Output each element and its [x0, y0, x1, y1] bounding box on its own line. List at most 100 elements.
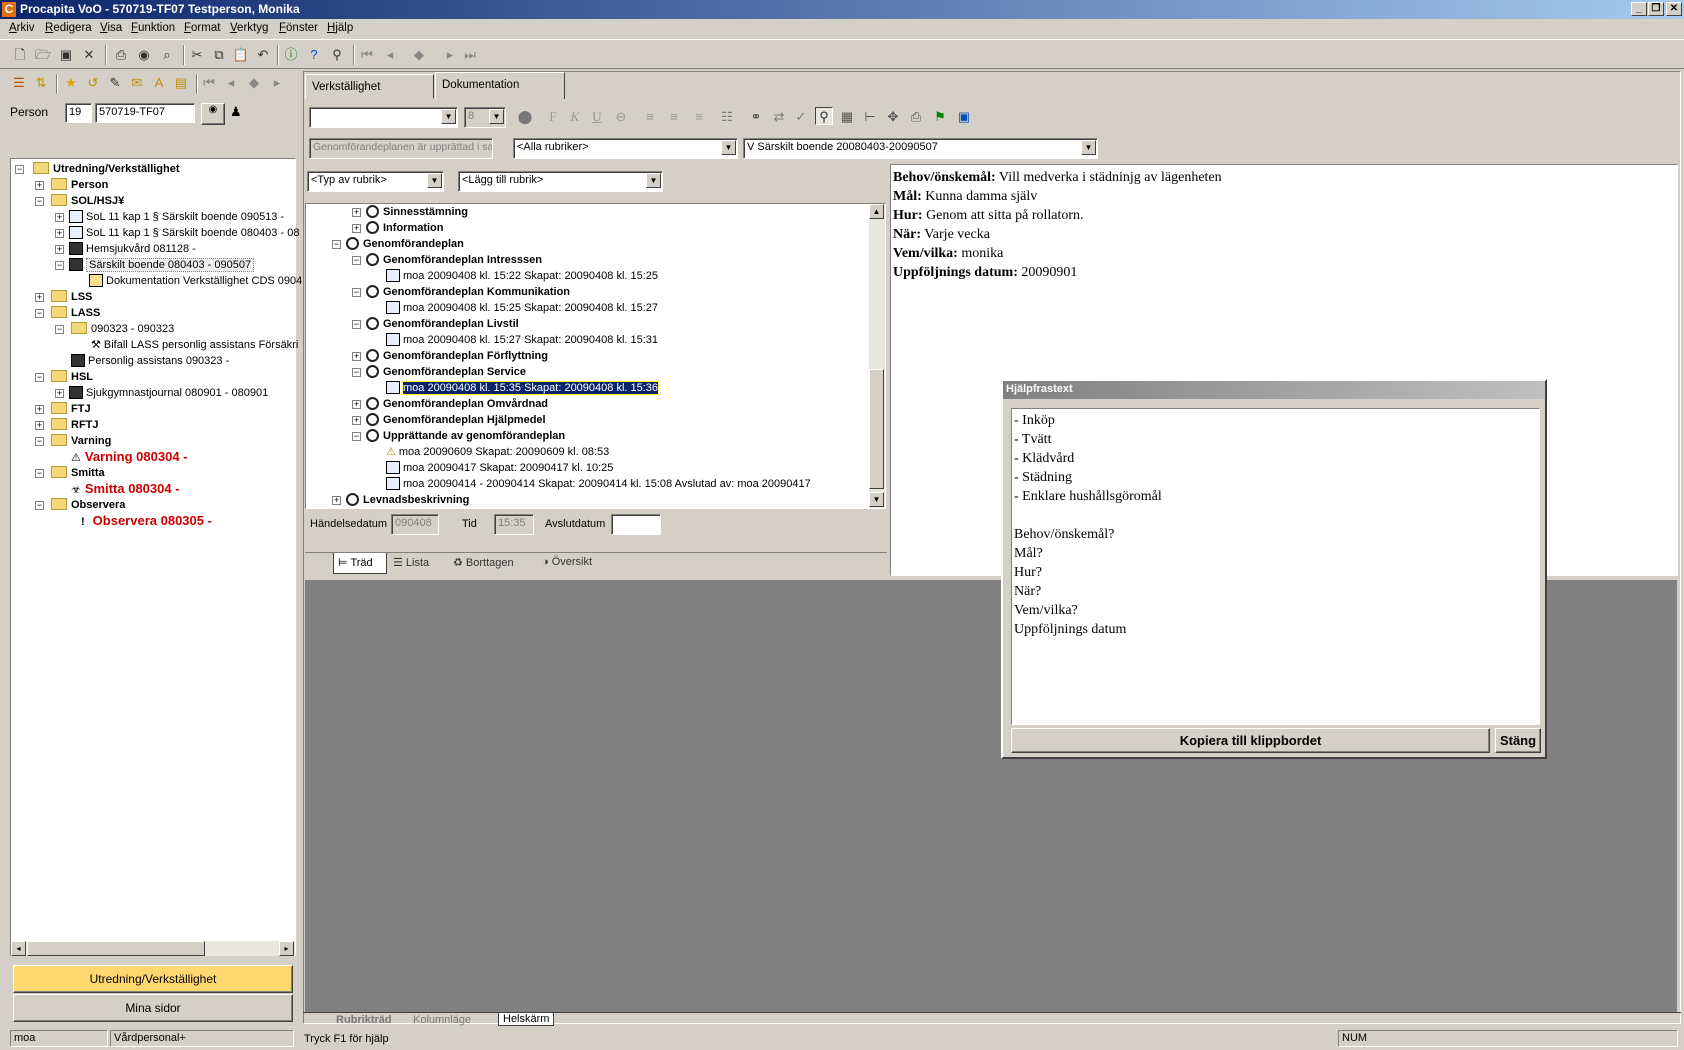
phrase-list[interactable]: - Inköp - Tvätt - Klädvård - Städning - … [1011, 408, 1540, 725]
align-left-icon[interactable]: ≡ [641, 108, 659, 126]
tree-sol-item[interactable]: + Hemsjukvård 081128 - [55, 241, 196, 257]
left-next-icon[interactable]: ▸ [268, 74, 286, 92]
bullets-icon[interactable]: ☷ [718, 108, 736, 126]
nav-utredning-button[interactable]: Utredning/Verkställighet [13, 965, 293, 993]
tree-root[interactable]: − Utredning/Verkställighet [15, 161, 180, 177]
underline-icon[interactable]: U [588, 108, 606, 126]
tree-varning[interactable]: − Varning [35, 433, 111, 449]
book-icon[interactable]: ▤ [172, 74, 190, 92]
doc-tree-note[interactable]: moa 20090417 Skapat: 20090417 kl. 10:25 [386, 460, 613, 476]
tree-smitta-item[interactable]: ☣ Smitta 080304 - [71, 481, 180, 497]
tab-helskarm[interactable]: Helskärm [498, 1013, 555, 1026]
tree-doc-item[interactable]: Dokumentation Verkställighet CDS 0904 [89, 273, 302, 289]
printer-icon[interactable]: ⎙ [907, 108, 925, 126]
tree-sol[interactable]: − SOL/HSJ¥ [35, 193, 124, 209]
tab-dokumentation[interactable]: Dokumentation [435, 72, 565, 99]
tree-observera-item[interactable]: ! Observera 080305 - [81, 513, 212, 529]
doc-tree-heading[interactable]: + Sinnesstämning [352, 204, 468, 220]
prev-icon[interactable]: ◂ [381, 46, 399, 64]
align-right-icon[interactable]: ≡ [690, 108, 708, 126]
menu-arkiv[interactable]: Arkiv [9, 22, 35, 34]
tree-lss[interactable]: + LSS [35, 289, 92, 305]
tab-rubriktrad[interactable]: Rubrikträd [336, 1014, 392, 1026]
sort-icon[interactable]: ⇅ [32, 74, 50, 92]
person-icon[interactable]: ♟ [230, 104, 242, 120]
doc-tree-heading[interactable]: − Genomförandeplan Livstil [352, 316, 519, 332]
doc-tree-note[interactable]: moa 20090414 - 20090414 Skapat: 20090414… [386, 476, 811, 492]
doc-tree-note[interactable]: moa 20090408 kl. 15:27 Skapat: 20090408 … [386, 332, 658, 348]
minimize-button[interactable]: _ [1631, 2, 1647, 16]
doc-tree-heading[interactable]: − Upprättande av genomförandeplan [352, 428, 565, 444]
help-icon[interactable]: ? [305, 46, 323, 64]
phrase-help-icon[interactable]: ⚲ [815, 107, 833, 125]
replace-icon[interactable]: ⇄ [770, 108, 788, 126]
insats-select[interactable]: V Särskilt boende 20080403-20090507 ▼ [743, 138, 1098, 159]
align-center-icon[interactable]: ≡ [665, 108, 683, 126]
font-size-select[interactable]: 8 ▼ [464, 107, 506, 128]
left-prev-icon[interactable]: ◂ [222, 74, 240, 92]
doc-tree-heading[interactable]: + Information [352, 220, 444, 236]
lagg-till-rubrik-select[interactable]: <Lägg till rubrik> ▼ [458, 171, 663, 192]
traffic-light-icon[interactable]: ⚑ [931, 108, 949, 126]
doc-tree-heading[interactable]: − Genomförandeplan Intresssen [352, 252, 542, 268]
tree-sol-item[interactable]: + SoL 11 kap 1 § Särskilt boende 080403 -… [55, 225, 299, 241]
globe-icon[interactable]: ◉ [135, 46, 153, 64]
print-icon[interactable]: ⎙ [112, 46, 130, 64]
scroll-thumb[interactable] [869, 369, 884, 489]
menu-redigera[interactable]: Redigera [45, 22, 92, 34]
spellcheck-icon[interactable]: ✓ [792, 108, 810, 126]
next-icon[interactable]: ▸ [441, 46, 459, 64]
doc-tree-heading[interactable]: + Genomförandeplan Förflyttning [352, 348, 548, 364]
tree-varning-item[interactable]: ⚠ Varning 080304 - [71, 449, 188, 465]
menu-funktion[interactable]: Funktion [131, 22, 175, 34]
color-icon[interactable]: ⬤ [516, 108, 534, 126]
doc-tree-heading[interactable]: + Levnadsbeskrivning [332, 492, 469, 508]
search-person-button[interactable]: ◉ [201, 103, 225, 125]
menu-visa[interactable]: Visa [100, 22, 122, 34]
copy-to-clipboard-button[interactable]: Kopiera till klippbordet [1011, 728, 1490, 753]
tree-icon[interactable]: ⊢ [861, 108, 879, 126]
scroll-up-icon[interactable]: ▲ [869, 204, 884, 219]
avslutdatum-field[interactable] [611, 514, 661, 535]
doc-tree-vscrollbar[interactable]: ▲ ▼ [869, 204, 885, 508]
doc-tree-heading[interactable]: − Genomförandeplan [332, 236, 464, 252]
handelsedatum-field[interactable]: 090408 [391, 514, 439, 535]
undo-icon[interactable]: ↶ [254, 46, 272, 64]
left-goto-icon[interactable]: ◆ [245, 74, 263, 92]
tree-lass-bifall[interactable]: ⚒ Bifall LASS personlig assistans Försäkr… [91, 337, 298, 353]
doc-tree-heading[interactable]: − Genomförandeplan Service [352, 364, 526, 380]
tree-lass-pa[interactable]: Personlig assistans 090323 - [71, 353, 229, 369]
find-icon[interactable]: ⌕ [158, 46, 176, 64]
tab-verkstallighet[interactable]: Verkställighet [305, 74, 434, 99]
new-icon[interactable]: 🗋 [11, 46, 29, 64]
strike-icon[interactable]: ⊖ [612, 108, 630, 126]
doc-tree-note[interactable]: moa 20090408 kl. 15:25 Skapat: 20090408 … [386, 300, 658, 316]
paste-icon[interactable]: 📋 [232, 46, 250, 64]
tab-oversikt[interactable]: ◑ Översikt [542, 556, 592, 568]
menu-verktyg[interactable]: Verktyg [230, 22, 268, 34]
cut-icon[interactable]: ✂ [188, 46, 206, 64]
rubriker-select[interactable]: <Alla rubriker> ▼ [513, 138, 738, 159]
edit-icon[interactable]: ✎ [106, 74, 124, 92]
star-icon[interactable]: ★ [62, 74, 80, 92]
close-button[interactable]: ✕ [1666, 2, 1682, 16]
save-doc-icon[interactable]: ▣ [955, 108, 973, 126]
refresh-icon[interactable]: ↺ [84, 74, 102, 92]
doc-tree-note-selected[interactable]: moa 20090408 kl. 15:35 Skapat: 20090408 … [386, 380, 660, 396]
tree-sol-item-selected[interactable]: − Särskilt boende 080403 - 090507 [55, 257, 255, 273]
mail-icon[interactable]: ✉ [128, 74, 146, 92]
open-icon[interactable]: 🗁 [34, 46, 52, 64]
scroll-right-icon[interactable]: ▸ [279, 941, 294, 956]
maximize-button[interactable]: ❐ [1648, 2, 1664, 16]
tree-rftj[interactable]: + RFTJ [35, 417, 99, 433]
context-help-icon[interactable]: ⚲ [328, 46, 346, 64]
bold-icon[interactable]: F [544, 108, 562, 126]
italic-icon[interactable]: K [566, 108, 584, 126]
save-icon[interactable]: ▣ [57, 46, 75, 64]
tree-smitta[interactable]: − Smitta [35, 465, 105, 481]
left-first-icon[interactable]: ⏮ [200, 74, 218, 92]
tab-lista[interactable]: ☰ Lista [393, 556, 429, 569]
tree-hsl[interactable]: − HSL [35, 369, 93, 385]
list-icon[interactable]: ☰ [10, 74, 28, 92]
nav-mina-sidor-button[interactable]: Mina sidor [13, 994, 293, 1022]
